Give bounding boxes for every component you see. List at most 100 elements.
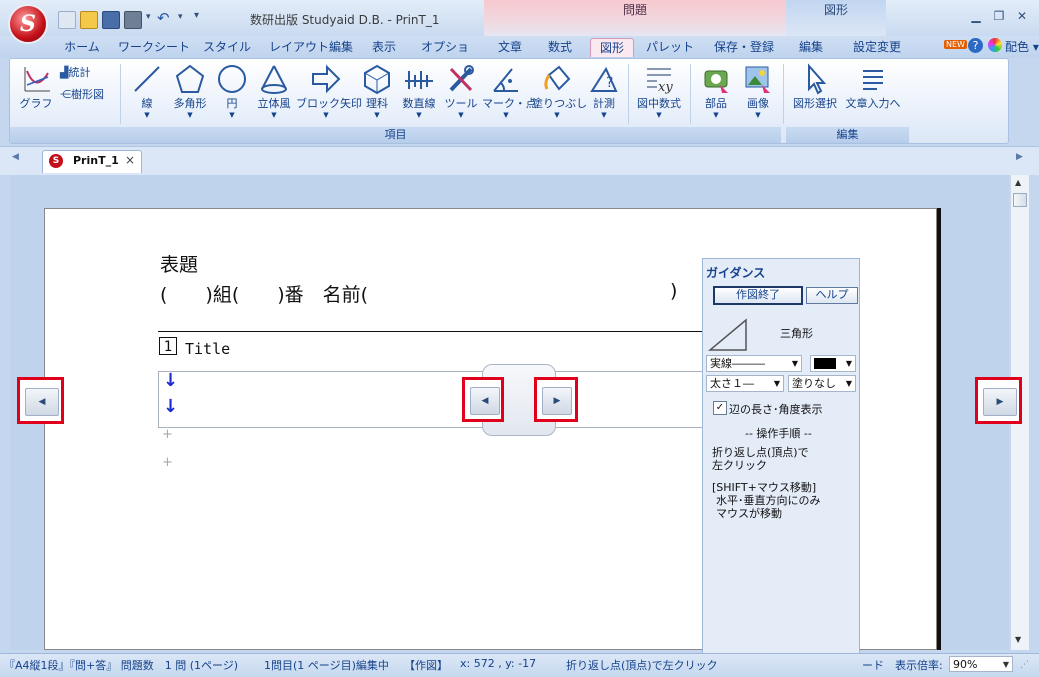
figure-formula-dropdown-icon[interactable]: ▼ xyxy=(632,111,686,119)
parts-button[interactable]: 部品 ▼ xyxy=(694,61,738,123)
measure-icon: ? xyxy=(590,66,618,92)
tab-view[interactable]: 表示 xyxy=(366,38,402,56)
inner-prev-button[interactable]: ◀ xyxy=(462,377,504,422)
tab-shape[interactable]: 図形 xyxy=(590,38,634,57)
tab-save-register[interactable]: 保存・登録 xyxy=(708,38,780,56)
tab-worksheet[interactable]: ワークシート xyxy=(118,38,190,56)
show-length-angle-checkbox[interactable]: ✓ xyxy=(713,401,727,415)
print-icon[interactable] xyxy=(124,11,142,29)
save-icon[interactable] xyxy=(102,11,120,29)
tab-home[interactable]: ホーム xyxy=(58,38,106,56)
chevron-down-icon: ▼ xyxy=(791,359,798,368)
resize-grip-icon[interactable]: ⋰ xyxy=(1020,660,1029,670)
image-button[interactable]: 画像 ▼ xyxy=(738,61,778,123)
answer-box[interactable] xyxy=(158,371,704,428)
line-width-select[interactable]: 太さ１― ▼ xyxy=(706,375,784,392)
line-color-select[interactable]: ▼ xyxy=(810,355,856,372)
circle-dropdown-icon[interactable]: ▼ xyxy=(214,111,250,119)
document-tab-close-icon[interactable]: × xyxy=(125,153,135,167)
document-tab[interactable]: S PrinT_1 × xyxy=(42,150,142,173)
page-prev-button[interactable]: ◀ xyxy=(17,377,64,424)
fill-button[interactable]: 塗りつぶし ▼ xyxy=(532,61,587,123)
line-width-value: 太さ１― xyxy=(710,377,754,390)
polygon-dropdown-icon[interactable]: ▼ xyxy=(168,111,212,119)
tools-dropdown-icon[interactable]: ▼ xyxy=(442,111,480,119)
triangle-icon xyxy=(708,318,747,351)
color-scheme-menu[interactable]: 配色 ▾ xyxy=(1005,38,1039,55)
tab-edit[interactable]: 編集 xyxy=(792,38,830,56)
zoom-select[interactable]: 90% ▼ xyxy=(949,656,1013,672)
print-dropdown-icon[interactable]: ▾ xyxy=(146,12,151,22)
block-arrow-button[interactable]: ブロック矢印 ▼ xyxy=(296,61,362,123)
tab-layout-edit[interactable]: レイアウト編集 xyxy=(266,38,356,56)
mark-point-dropdown-icon[interactable]: ▼ xyxy=(482,111,530,119)
guidance-title: ガイダンス xyxy=(706,266,766,280)
plus-marker: + xyxy=(162,455,173,470)
tab-options[interactable]: オプション xyxy=(416,38,474,72)
line-button[interactable]: 線 ▼ xyxy=(128,61,166,123)
new-document-icon[interactable] xyxy=(58,11,76,29)
cursor-select-icon xyxy=(808,63,827,95)
solid-shape-dropdown-icon[interactable]: ▼ xyxy=(252,111,296,119)
open-folder-icon[interactable] xyxy=(80,11,98,29)
tools-button[interactable]: ツール ▼ xyxy=(442,61,480,123)
undo-icon[interactable]: ↶ xyxy=(157,9,170,27)
app-logo-button[interactable]: S xyxy=(8,4,48,44)
scroll-up-icon[interactable]: ▲ xyxy=(1015,178,1021,187)
graph-icon xyxy=(24,67,50,92)
tree-diagram-button[interactable]: ⋲樹形図 xyxy=(60,86,104,102)
parts-dropdown-icon[interactable]: ▼ xyxy=(694,111,738,119)
help-icon[interactable]: ? xyxy=(968,38,983,53)
block-arrow-dropdown-icon[interactable]: ▼ xyxy=(296,111,356,119)
solid-shape-button[interactable]: 立体風 ▼ xyxy=(252,61,296,123)
select-shape-button[interactable]: 図形選択 xyxy=(788,61,842,123)
graph-button[interactable]: グラフ xyxy=(14,61,58,123)
minimize-button[interactable]: ▁ xyxy=(967,9,985,25)
line-style-select[interactable]: 実線――― ▼ xyxy=(706,355,802,372)
tab-text[interactable]: 文章 xyxy=(488,38,532,56)
measure-dropdown-icon[interactable]: ▼ xyxy=(584,111,624,119)
stats-button[interactable]: ▟統計 xyxy=(60,64,90,80)
context-header-mondai: 問題 xyxy=(484,0,786,36)
number-line-dropdown-icon[interactable]: ▼ xyxy=(398,111,440,119)
inner-next-button[interactable]: ▶ xyxy=(534,377,578,422)
science-button[interactable]: 理科 ▼ xyxy=(358,61,396,123)
group-label-items: 項目 xyxy=(10,127,781,143)
figure-formula-button[interactable]: xy 図中数式 ▼ xyxy=(632,61,686,123)
line-style-value: 実線――― xyxy=(710,357,765,370)
help-button[interactable]: ヘルプ xyxy=(806,287,858,304)
scroll-down-icon[interactable]: ▼ xyxy=(1015,635,1021,644)
image-dropdown-icon[interactable]: ▼ xyxy=(738,111,778,119)
tab-scroll-right-icon[interactable]: ▶ xyxy=(1016,152,1023,162)
number-line-button[interactable]: 数直線 ▼ xyxy=(398,61,440,123)
doc-name-close: ) xyxy=(670,280,678,302)
close-window-button[interactable]: ✕ xyxy=(1013,9,1031,25)
page-next-button[interactable]: ▶ xyxy=(975,377,1022,424)
tab-scroll-left-icon[interactable]: ◀ xyxy=(12,152,19,162)
tab-style[interactable]: スタイル xyxy=(200,38,254,56)
measure-button[interactable]: ? 計測 ▼ xyxy=(584,61,624,123)
block-arrow-label: ブロック矢印 xyxy=(296,97,362,110)
tab-formula[interactable]: 数式 xyxy=(538,38,582,56)
circle-button[interactable]: 円 ▼ xyxy=(214,61,250,123)
tab-settings[interactable]: 設定変更 xyxy=(846,38,908,56)
maximize-button[interactable]: ❐ xyxy=(990,9,1008,25)
fill-dropdown-icon[interactable]: ▼ xyxy=(532,111,582,119)
polygon-label: 多角形 xyxy=(173,97,207,110)
fill-select[interactable]: 塗りなし ▼ xyxy=(788,375,856,392)
customize-qat-icon[interactable]: ▾ xyxy=(194,10,199,21)
science-dropdown-icon[interactable]: ▼ xyxy=(358,111,396,119)
to-text-input-button[interactable]: 文章入力へ xyxy=(842,61,904,123)
undo-dropdown-icon[interactable]: ▾ xyxy=(178,12,183,22)
polygon-button[interactable]: 多角形 ▼ xyxy=(168,61,212,123)
measure-label: 計測 xyxy=(593,97,615,110)
left-arrow-icon: ◀ xyxy=(470,387,500,415)
scroll-thumb[interactable] xyxy=(1013,193,1027,207)
status-hint: 折り返し点(頂点)で左クリック xyxy=(566,659,718,672)
ribbon-separator xyxy=(120,64,121,124)
finish-drawing-button[interactable]: 作図終了 xyxy=(713,286,803,305)
tab-palette[interactable]: パレット xyxy=(644,38,696,56)
mark-point-button[interactable]: マーク・点 ▼ xyxy=(482,61,537,123)
line-dropdown-icon[interactable]: ▼ xyxy=(128,111,166,119)
circle-label: 円 xyxy=(226,97,238,110)
